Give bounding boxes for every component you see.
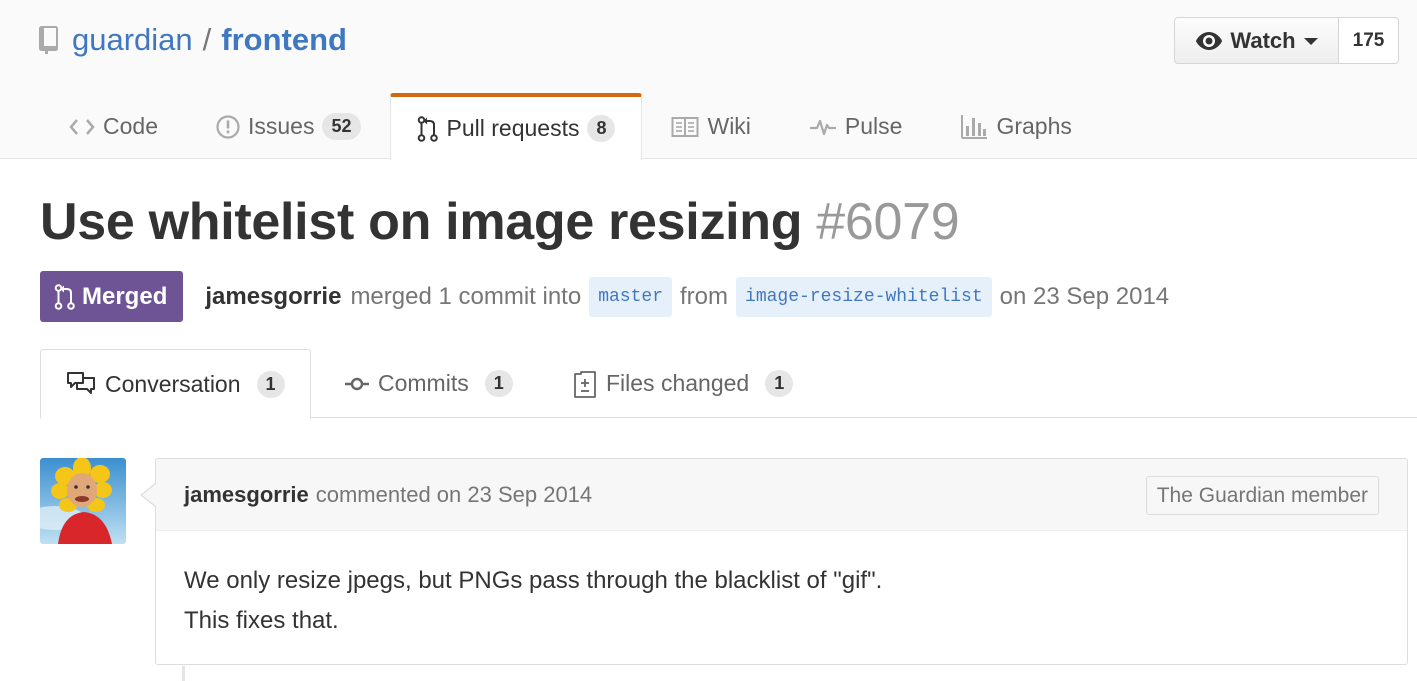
repo-icon	[38, 26, 60, 54]
pr-number: #6079	[816, 193, 960, 251]
nav-tab-pulse[interactable]: Pulse	[780, 93, 932, 159]
comment-header: jamesgorrie commented on 23 Sep 2014 The…	[140, 459, 1407, 531]
commits-counter: 1	[484, 370, 513, 397]
pr-title-text: Use whitelist on image resizing	[40, 193, 803, 251]
comment-author-link[interactable]: jamesgorrie	[184, 482, 309, 508]
status-label: Merged	[82, 282, 168, 310]
conversation-counter: 1	[256, 370, 285, 398]
eye-icon	[1196, 31, 1223, 50]
nav-tab-pull-requests[interactable]: Pull requests 8	[389, 93, 643, 160]
merged-text: merged 1 commit into	[350, 282, 582, 310]
book-icon	[671, 116, 699, 137]
tab-label: Conversation	[105, 370, 241, 397]
pr-tabs: Conversation 1 Commits 1 Files changed 1	[40, 349, 1417, 419]
comment: jamesgorrie commented on 23 Sep 2014 The…	[140, 458, 1408, 665]
comment-discussion-icon	[67, 372, 95, 394]
repo-separator: /	[202, 22, 212, 57]
tab-files-changed[interactable]: Files changed 1	[573, 349, 794, 418]
files-changed-counter: 1	[765, 370, 794, 397]
tab-label: Files changed	[606, 370, 750, 396]
tab-label: Commits	[378, 370, 469, 396]
git-merge-icon	[54, 283, 75, 310]
nav-tab-graphs[interactable]: Graphs	[931, 93, 1100, 159]
base-branch[interactable]: master	[589, 276, 673, 317]
nav-tab-code[interactable]: Code	[40, 93, 187, 159]
comment-timestamp[interactable]: commented on 23 Sep 2014	[316, 482, 592, 508]
member-label: The Guardian member	[1145, 476, 1379, 515]
tab-commits[interactable]: Commits 1	[345, 349, 513, 418]
nav-tab-label: Pulse	[844, 113, 903, 139]
watch-control: Watch 175	[1174, 17, 1399, 64]
nav-tab-label: Graphs	[996, 113, 1072, 139]
nav-tab-label: Issues	[247, 113, 315, 139]
pulse-icon	[809, 119, 836, 135]
chevron-down-icon	[1303, 38, 1318, 45]
watch-count[interactable]: 175	[1339, 17, 1399, 64]
comment-body: We only resize jpegs, but PNGs pass thro…	[156, 531, 1407, 671]
nav-tab-issues[interactable]: Issues 52	[187, 93, 390, 159]
repo-nav: Code Issues 52 Pull requests 8 Wiki Puls…	[40, 93, 1101, 160]
head-branch[interactable]: image-resize-whitelist	[736, 276, 992, 317]
nav-tab-wiki[interactable]: Wiki	[642, 93, 779, 159]
issues-counter: 52	[322, 113, 361, 140]
graph-icon	[961, 114, 988, 139]
repo-owner-link[interactable]: guardian	[72, 22, 193, 58]
comment-line: This fixes that.	[184, 607, 339, 634]
pull-requests-counter: 8	[587, 115, 616, 142]
nav-tab-label: Code	[103, 113, 158, 139]
git-pull-request-icon	[417, 115, 438, 142]
code-icon	[69, 118, 95, 135]
nav-tab-label: Pull requests	[446, 115, 580, 141]
tab-conversation[interactable]: Conversation 1	[40, 349, 311, 419]
status-badge: Merged	[40, 271, 184, 322]
from-text: from	[680, 282, 729, 310]
timeline-line	[182, 666, 185, 681]
pr-meta: Merged jamesgorrie merged 1 commit into …	[40, 271, 1170, 322]
watch-label: Watch	[1230, 27, 1296, 53]
pr-title: Use whitelist on image resizing #6079	[40, 192, 960, 252]
git-commit-icon	[345, 377, 369, 390]
pr-author-link[interactable]: jamesgorrie	[205, 283, 341, 311]
merge-date: on 23 Sep 2014	[999, 282, 1170, 310]
issue-opened-icon	[216, 114, 240, 139]
nav-tab-label: Wiki	[707, 113, 751, 139]
comment-arrow-inner	[142, 484, 156, 506]
diff-icon	[574, 370, 596, 398]
repo-title: guardian / frontend	[38, 22, 347, 58]
avatar[interactable]	[40, 458, 126, 544]
watch-button[interactable]: Watch	[1174, 17, 1339, 64]
comment-line: We only resize jpegs, but PNGs pass thro…	[184, 567, 883, 594]
repo-header: guardian / frontend Watch 175 Code Issue…	[0, 0, 1417, 160]
repo-name-link[interactable]: frontend	[221, 22, 347, 58]
